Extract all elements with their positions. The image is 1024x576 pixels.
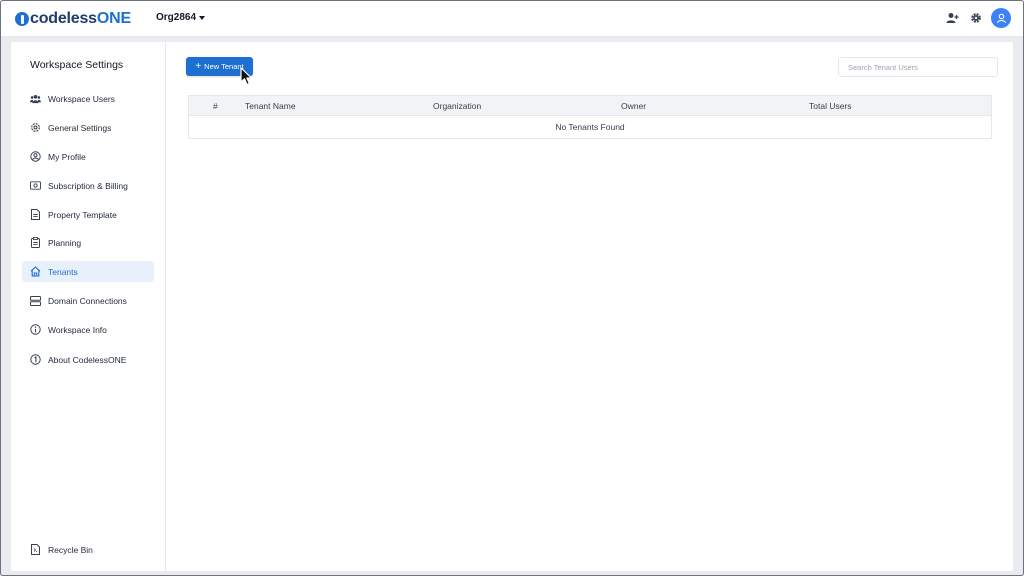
server-icon	[30, 295, 41, 306]
sidebar-item-my-profile[interactable]: My Profile	[22, 146, 154, 167]
mouse-cursor-icon	[240, 67, 253, 86]
column-header-total-users: Total Users	[809, 101, 852, 111]
document-icon	[30, 209, 41, 220]
billing-icon	[30, 180, 41, 191]
column-header-tenant-name: Tenant Name	[245, 101, 296, 111]
sidebar-item-label: About CodelessONE	[48, 354, 127, 365]
tenants-table: # Tenant Name Organization Owner Total U…	[188, 95, 992, 139]
sidebar-item-planning[interactable]: Planning	[22, 232, 154, 253]
top-bar-actions	[935, 8, 1011, 28]
column-header-index: #	[213, 101, 218, 111]
sidebar-item-subscription-billing[interactable]: Subscription & Billing	[22, 175, 154, 196]
sidebar-item-workspace-users[interactable]: Workspace Users	[22, 88, 154, 109]
column-header-owner: Owner	[621, 101, 647, 111]
users-icon	[30, 93, 41, 104]
about-icon	[30, 354, 41, 365]
plus-icon: +	[195, 60, 202, 72]
settings-panel: Workspace Settings Workspace Users Gener…	[11, 42, 1013, 571]
table-header: # Tenant Name Organization Owner Total U…	[189, 96, 991, 116]
chevron-down-icon	[199, 15, 206, 20]
profile-icon	[30, 151, 41, 162]
sidebar-item-domain-connections[interactable]: Domain Connections	[22, 290, 154, 311]
sidebar-item-workspace-info[interactable]: Workspace Info	[22, 319, 154, 340]
org-name: Org2864	[156, 12, 197, 23]
sidebar-item-label: Domain Connections	[48, 295, 127, 306]
sidebar-item-label: Subscription & Billing	[48, 180, 128, 191]
info-icon	[30, 324, 41, 335]
org-switcher[interactable]: Org2864	[156, 12, 206, 23]
sidebar-item-about[interactable]: About CodelessONE	[22, 349, 154, 370]
sidebar-item-label: Workspace Info	[48, 324, 107, 335]
sidebar-title: Workspace Settings	[30, 59, 124, 71]
gear-icon[interactable]	[969, 11, 983, 25]
new-tenant-label: New Tenant	[204, 62, 244, 71]
add-user-icon[interactable]	[945, 11, 959, 25]
sidebar-item-label: My Profile	[48, 151, 86, 162]
search-tenant-users-input[interactable]	[838, 57, 998, 77]
sidebar-item-property-template[interactable]: Property Template	[22, 204, 154, 225]
gear-icon	[30, 122, 41, 133]
sidebar-item-general-settings[interactable]: General Settings	[22, 117, 154, 138]
user-avatar-icon[interactable]	[991, 8, 1011, 28]
sidebar-item-tenants[interactable]: Tenants	[22, 261, 154, 282]
recycle-bin-icon	[30, 544, 41, 555]
sidebar-item-label: Workspace Users	[48, 93, 115, 104]
home-icon	[30, 266, 41, 277]
sidebar-item-label: Planning	[48, 237, 82, 248]
sidebar-item-label: Recycle Bin	[48, 544, 93, 555]
sidebar: Workspace Settings Workspace Users Gener…	[11, 42, 166, 571]
empty-state-message: No Tenants Found	[555, 122, 625, 132]
logo-text: codelessONE	[30, 10, 131, 27]
main-content: + New Tenant # Tenant Name Organization …	[166, 42, 1013, 571]
logo-icon	[15, 12, 29, 26]
sidebar-item-recycle-bin[interactable]: Recycle Bin	[22, 539, 154, 560]
column-header-organization: Organization	[433, 101, 482, 111]
app-window: codelessONE Org2864 Workspace Settings W…	[0, 0, 1024, 576]
top-bar: codelessONE Org2864	[1, 1, 1023, 37]
sidebar-item-label: Property Template	[48, 209, 117, 220]
sidebar-item-label: Tenants	[48, 266, 78, 277]
sidebar-item-label: General Settings	[48, 122, 112, 133]
clipboard-icon	[30, 237, 41, 248]
logo[interactable]: codelessONE	[15, 9, 131, 29]
